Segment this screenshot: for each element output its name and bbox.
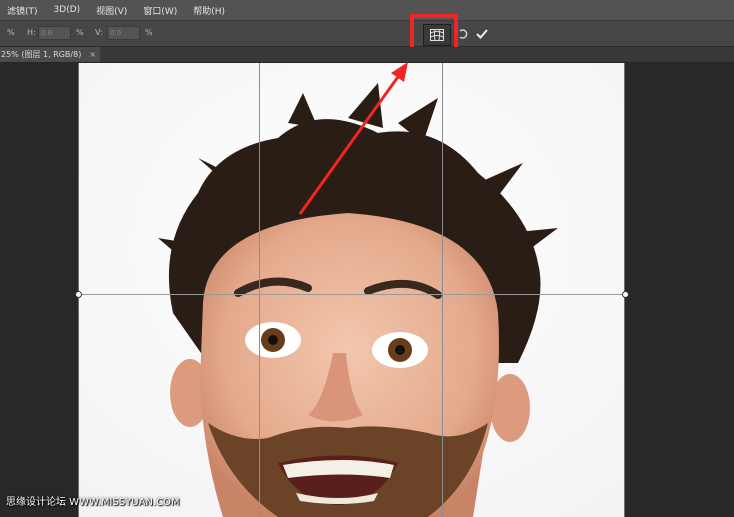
options-bar: % H: 0.0 % V: 0.0 % — [0, 20, 734, 47]
document-tab[interactable]: 25% (图层 1, RGB/8) × — [0, 47, 100, 62]
h-label: H: — [27, 28, 36, 37]
checkmark-icon — [476, 29, 488, 39]
menu-help[interactable]: 帮助(H) — [185, 4, 233, 17]
h-unit-label: % — [76, 28, 84, 37]
menu-3d[interactable]: 3D(D) — [46, 5, 89, 15]
menu-filter[interactable]: 滤镜(T) — [0, 4, 46, 17]
h-skew-input[interactable]: 0.0 — [38, 26, 71, 40]
transform-handle-right[interactable] — [622, 291, 629, 298]
v-unit-label: % — [145, 28, 153, 37]
commit-transform-button[interactable] — [474, 26, 490, 42]
v-skew-input[interactable]: 0.0 — [107, 26, 140, 40]
transform-handle-left[interactable] — [75, 291, 82, 298]
document-tab-strip: 25% (图层 1, RGB/8) × — [0, 47, 734, 63]
v-label: V: — [95, 28, 103, 37]
percent-label: % — [7, 28, 15, 37]
watermark-text: 思缘设计论坛 WWW.MISSYUAN.COM — [6, 497, 180, 508]
menu-view[interactable]: 视图(V) — [88, 4, 135, 17]
canvas-image[interactable] — [78, 63, 625, 517]
cancel-transform-icon — [459, 29, 468, 39]
cancel-transform-button[interactable] — [456, 27, 470, 41]
portrait-photo — [78, 63, 625, 517]
menu-bar: 滤镜(T) 3D(D) 视图(V) 窗口(W) 帮助(H) — [0, 0, 734, 20]
document-tab-title: 25% (图层 1, RGB/8) — [1, 50, 82, 59]
menu-window[interactable]: 窗口(W) — [135, 4, 185, 17]
close-icon[interactable]: × — [89, 50, 96, 59]
